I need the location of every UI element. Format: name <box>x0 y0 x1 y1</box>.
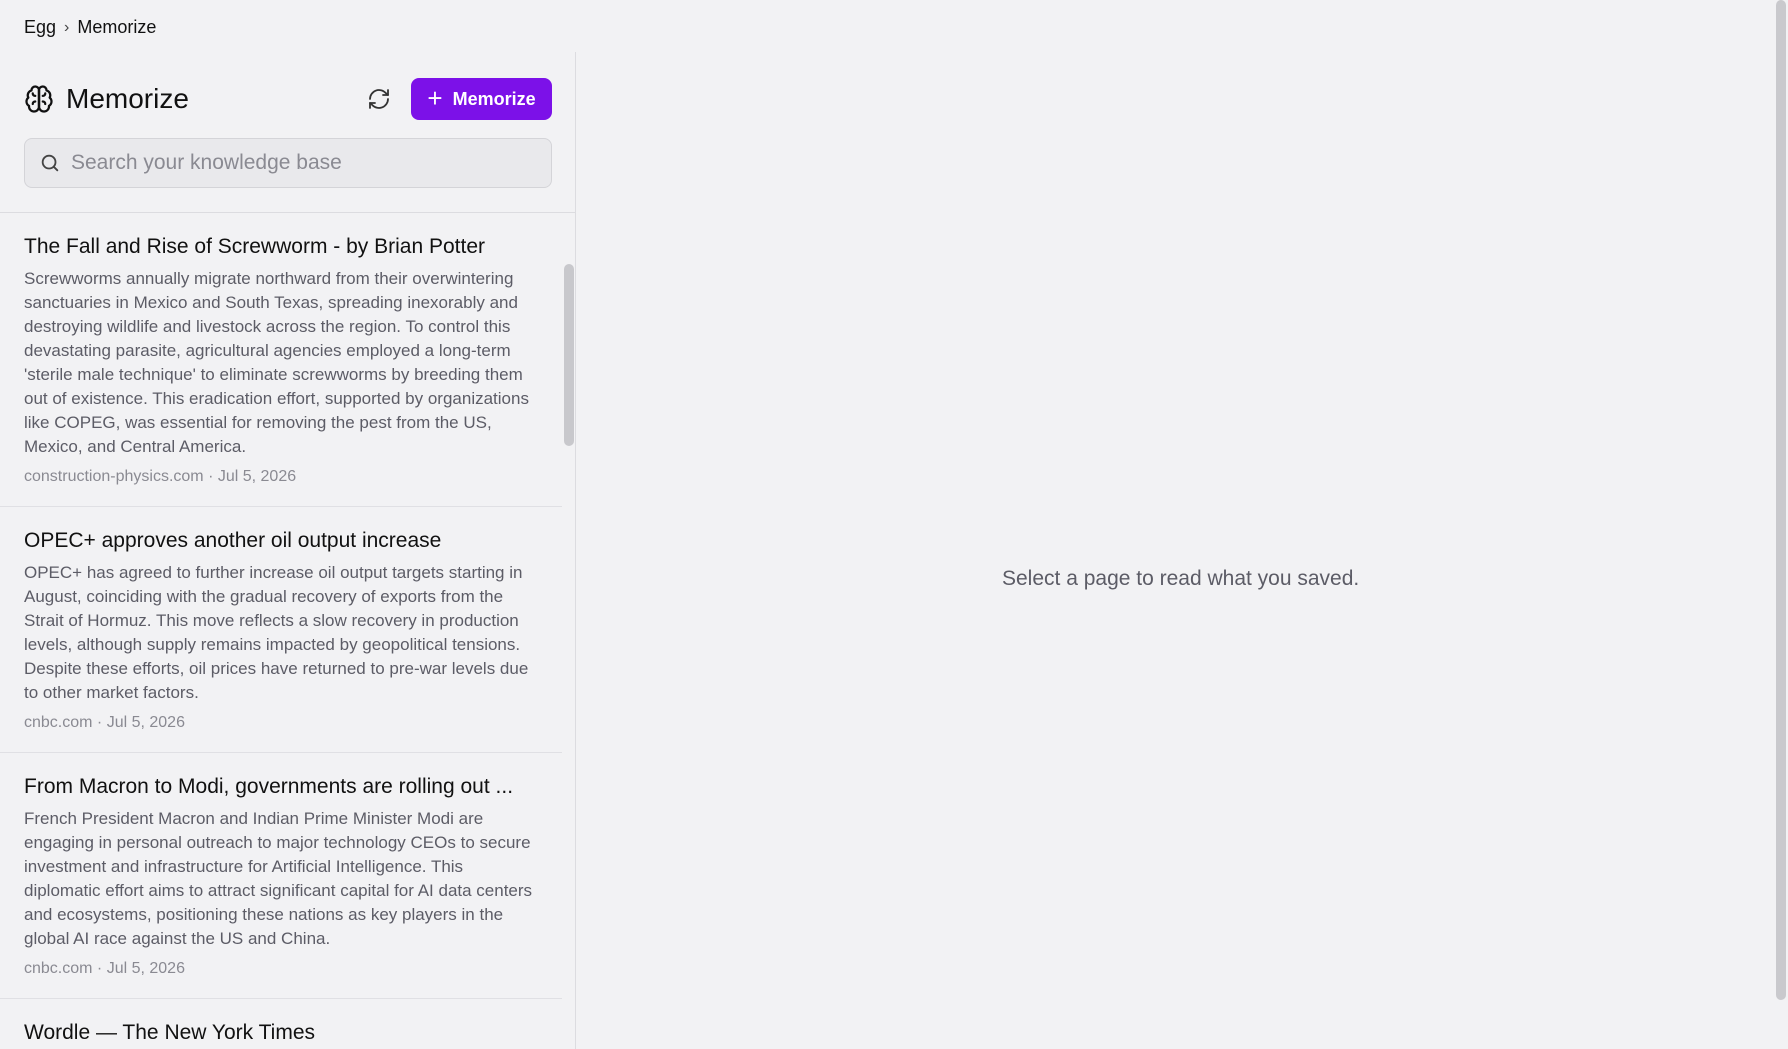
plus-icon: + <box>427 82 443 113</box>
memorize-button-label: Memorize <box>452 88 536 109</box>
item-title: OPEC+ approves another oil output increa… <box>24 529 442 552</box>
item-title: The Fall and Rise of Screwworm - by Bria… <box>24 235 485 258</box>
search-icon <box>41 154 59 172</box>
list-item[interactable]: The Fall and Rise of Screwworm - by Bria… <box>0 213 562 507</box>
refresh-button[interactable] <box>364 84 394 114</box>
panel-header: Memorize + Memorize <box>24 78 552 120</box>
breadcrumb: Egg › Memorize <box>24 17 156 38</box>
list-item[interactable]: From Macron to Modi, governments are rol… <box>0 753 562 999</box>
item-summary: OPEC+ has agreed to further increase oil… <box>24 563 529 702</box>
item-summary: Screwworms annually migrate northward fr… <box>24 269 529 456</box>
panel-title: Memorize <box>66 83 189 114</box>
breadcrumb-root[interactable]: Egg <box>24 17 56 38</box>
search-box[interactable] <box>24 138 552 188</box>
memorize-panel: Memorize + Memorize The Fall and Rise of… <box>0 52 576 1049</box>
refresh-icon <box>369 89 389 109</box>
item-meta: construction-physics.com · Jul 5, 2026 <box>24 468 297 485</box>
search-input[interactable] <box>71 151 531 175</box>
list-item[interactable]: Wordle — The New York Times <box>0 999 562 1049</box>
breadcrumb-separator: › <box>64 18 70 36</box>
item-title: From Macron to Modi, governments are rol… <box>24 775 514 798</box>
saved-pages-list[interactable]: The Fall and Rise of Screwworm - by Bria… <box>0 213 562 1049</box>
memorize-button[interactable]: + Memorize <box>411 78 552 120</box>
list-scrollbar[interactable] <box>564 264 574 446</box>
brain-icon <box>25 85 53 113</box>
item-meta: cnbc.com · Jul 5, 2026 <box>24 714 185 731</box>
item-title: Wordle — The New York Times <box>24 1021 316 1044</box>
empty-state-message: Select a page to read what you saved. <box>1002 567 1360 590</box>
page-scrollbar[interactable] <box>1776 0 1786 1000</box>
list-item[interactable]: OPEC+ approves another oil output increa… <box>0 507 562 753</box>
breadcrumb-current: Memorize <box>77 17 157 37</box>
item-summary: French President Macron and Indian Prime… <box>24 809 533 948</box>
item-meta: cnbc.com · Jul 5, 2026 <box>24 960 185 977</box>
